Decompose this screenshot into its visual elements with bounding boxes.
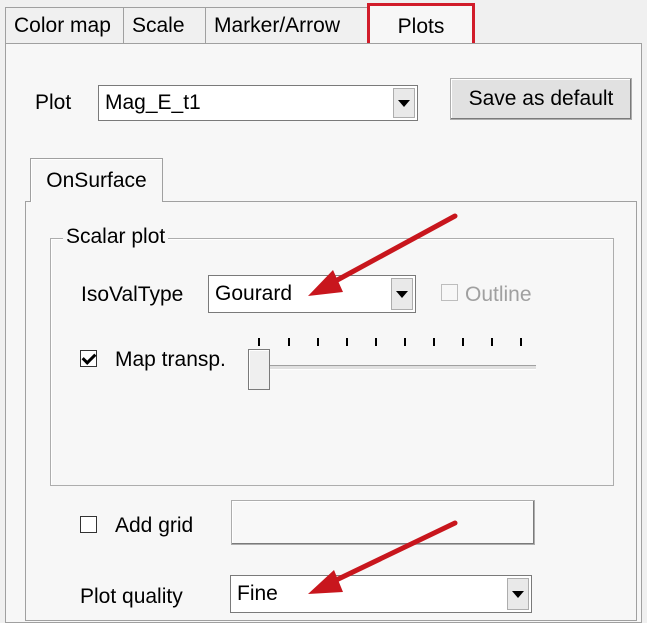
slider-tick xyxy=(462,338,464,346)
plot-quality-value: Fine xyxy=(237,582,278,605)
plot-quality-label: Plot quality xyxy=(80,585,183,608)
plot-select[interactable]: Mag_E_t1 xyxy=(98,85,418,121)
outline-label: Outline xyxy=(465,283,532,306)
tab-strip: Color map Scale Marker/Arrow Plots xyxy=(0,0,647,47)
add-grid-checkbox[interactable] xyxy=(80,516,97,533)
tab-plots-label: Plots xyxy=(397,14,445,38)
chevron-down-icon[interactable] xyxy=(391,278,413,310)
map-transp-checkbox[interactable] xyxy=(80,350,97,367)
plot-select-value: Mag_E_t1 xyxy=(105,91,201,114)
plot-label: Plot xyxy=(35,91,72,114)
outline-checkbox[interactable] xyxy=(441,284,458,301)
grid-color-button[interactable] xyxy=(231,500,535,545)
isoval-type-value: Gourard xyxy=(215,282,293,305)
slider-tick xyxy=(491,338,493,346)
slider-tick xyxy=(433,338,435,346)
slider-tick xyxy=(288,338,290,346)
slider-thumb[interactable] xyxy=(248,349,270,390)
slider-tick xyxy=(404,338,406,346)
tab-scale-label: Scale xyxy=(132,14,185,37)
isoval-type-select[interactable]: Gourard xyxy=(208,275,416,313)
slider-tick xyxy=(317,338,319,346)
slider-tick xyxy=(520,338,522,346)
isoval-type-label: IsoValType xyxy=(81,283,184,306)
tab-color-map-label: Color map xyxy=(14,14,111,37)
tab-marker-arrow-label: Marker/Arrow xyxy=(214,14,341,37)
save-as-default-label: Save as default xyxy=(468,87,614,110)
tab-color-map[interactable]: Color map xyxy=(5,7,141,44)
scalar-plot-title: Scalar plot xyxy=(63,225,169,249)
chevron-down-icon[interactable] xyxy=(507,578,529,610)
tab-onsurface-label: OnSurface xyxy=(46,168,147,192)
transparency-slider[interactable] xyxy=(242,338,540,398)
tab-onsurface[interactable]: OnSurface xyxy=(30,158,163,202)
tab-marker-arrow[interactable]: Marker/Arrow xyxy=(205,7,385,44)
map-transp-label: Map transp. xyxy=(115,348,226,371)
save-as-default-button[interactable]: Save as default xyxy=(450,78,632,120)
slider-tick xyxy=(346,338,348,346)
slider-tick xyxy=(375,338,377,346)
tab-plots[interactable]: Plots xyxy=(367,3,475,47)
slider-tick xyxy=(258,338,260,346)
chevron-down-icon[interactable] xyxy=(393,88,415,118)
plot-quality-select[interactable]: Fine xyxy=(230,575,532,613)
add-grid-label: Add grid xyxy=(115,514,194,537)
slider-track[interactable] xyxy=(250,365,536,370)
